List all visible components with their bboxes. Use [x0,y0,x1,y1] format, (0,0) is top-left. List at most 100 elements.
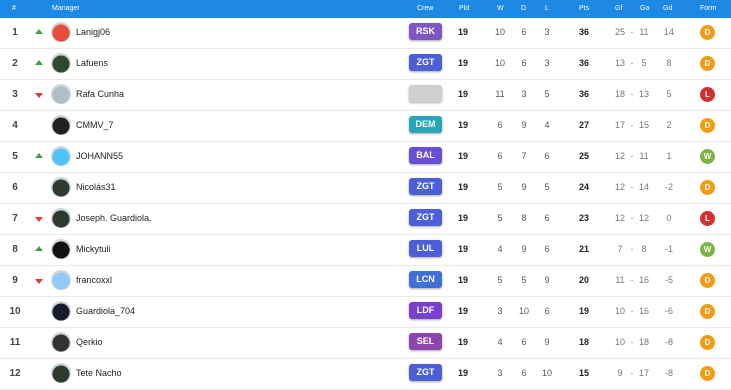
crew-badge[interactable]: ZGT [409,209,442,226]
avatar[interactable] [51,332,71,352]
goals-against: 16 [638,306,649,316]
crew-badge-label: ZGT [409,54,442,71]
goal-difference: -2 [664,182,673,192]
crew-badge-label: SEL [409,333,442,350]
crew-badge[interactable]: LDF [409,302,442,319]
goal-difference: 5 [666,89,672,99]
goal-difference: 1 [666,151,672,161]
wins: 11 [495,89,505,99]
manager-name[interactable]: Lanigj06 [76,18,110,47]
manager-name[interactable]: Nicolás31 [76,173,116,202]
draws: 6 [521,27,527,37]
crew-badge[interactable]: RSK [409,23,442,40]
table-row[interactable]: 4 CMMV_7 DEM 19 6 9 4 27 17-15 2 D [0,111,731,142]
crew-badge[interactable]: ZGT [409,54,442,71]
avatar[interactable] [51,146,71,166]
avatar[interactable] [51,270,71,290]
crew-badge-label: LDF [409,302,442,319]
points: 24 [578,182,589,192]
table-row[interactable]: 12 Tete Nacho ZGT 19 3 6 10 15 9-17 -8 D [0,359,731,390]
table-row[interactable]: 8 Mickytuli LUL 19 4 9 6 21 7-8 -1 W [0,235,731,266]
table-row[interactable]: 10 Guardiola_704 LDF 19 3 10 6 19 10-16 -6 D [0,297,731,328]
table-row[interactable]: 7 Joseph. Guardiola. ZGT 19 5 8 6 23 12-12 0 L [0,204,731,235]
wins: 3 [497,306,503,316]
manager-name[interactable]: Mickytuli [76,235,111,264]
table-row[interactable]: 5 JOHANN55 BAL 19 6 7 6 25 12-11 1 W [0,142,731,173]
goals-against: 15 [638,120,649,130]
goal-difference: 8 [666,58,672,68]
goals-against: 11 [639,151,649,161]
header-gf[interactable]: Gf [615,0,622,18]
manager-name[interactable]: Guardiola_704 [76,297,135,326]
goals-against: 16 [638,275,649,285]
header-ga[interactable]: Ga [640,0,649,18]
rank: 1 [12,27,18,38]
form-badge: D [700,180,715,195]
table-row[interactable]: 1 Lanigj06 RSK 19 10 6 3 36 25-11 14 D [0,18,731,49]
goal-difference: 2 [666,120,672,130]
manager-name[interactable]: Qerkio [76,328,103,357]
crew-badge[interactable]: ZGT [409,178,442,195]
manager-name[interactable]: Lafuens [76,49,108,78]
form-badge: D [700,56,715,71]
table-row[interactable]: 6 Nicolás31 ZGT 19 5 9 5 24 12-14 -2 D [0,173,731,204]
wins: 10 [494,58,505,68]
table-body: 1 Lanigj06 RSK 19 10 6 3 36 25-11 14 D 2 Lafuens ZGT 1… [0,18,731,390]
avatar[interactable] [51,84,71,104]
header-pld[interactable]: Pld [459,0,469,18]
goals-for: 7 [617,244,623,254]
table-row[interactable]: 9 francoxxl LCN 19 5 5 9 20 11-16 -5 D [0,266,731,297]
goals-for: 11 [615,275,625,285]
table-row[interactable]: 2 Lafuens ZGT 19 10 6 3 36 13-5 8 D [0,49,731,80]
goals-for: 13 [614,58,625,68]
crew-badge[interactable] [409,85,442,102]
goals-for: 10 [614,337,625,347]
avatar[interactable] [51,208,71,228]
trend-up-icon [35,153,43,158]
manager-name[interactable]: CMMV_7 [76,111,114,140]
avatar[interactable] [51,301,71,321]
header-w[interactable]: W [497,0,504,18]
trend-down-icon [35,93,43,98]
manager-name[interactable]: Tete Nacho [76,359,122,388]
losses: 6 [544,151,550,161]
manager-name[interactable]: Rafa Cunha [76,80,124,109]
played: 19 [457,337,468,347]
trend-down-icon [35,217,43,222]
rank: 9 [12,275,18,286]
header-pts[interactable]: Pts [579,0,589,18]
points: 20 [578,275,589,285]
header-gd[interactable]: Gd [663,0,672,18]
played: 19 [457,120,468,130]
crew-badge[interactable]: LCN [409,271,442,288]
crew-badge[interactable]: BAL [409,147,442,164]
header-crew[interactable]: Crew [417,0,433,18]
crew-badge-label: ZGT [409,178,442,195]
points: 27 [578,120,589,130]
header-l[interactable]: L [545,0,549,18]
avatar[interactable] [51,22,71,42]
manager-name[interactable]: francoxxl [76,266,112,295]
crew-badge[interactable]: LUL [409,240,442,257]
header-manager[interactable]: Manager [52,0,80,18]
avatar[interactable] [51,115,71,135]
crew-badge[interactable]: ZGT [409,364,442,381]
manager-name[interactable]: Joseph. Guardiola. [76,204,152,233]
avatar[interactable] [51,363,71,383]
avatar[interactable] [51,53,71,73]
avatar[interactable] [51,177,71,197]
crew-badge-label: BAL [409,147,442,164]
table-row[interactable]: 3 Rafa Cunha 19 11 3 5 36 18-13 5 L [0,80,731,111]
rank: 2 [12,58,18,69]
avatar[interactable] [51,239,71,259]
losses: 6 [544,213,550,223]
manager-name[interactable]: JOHANN55 [76,142,123,171]
crew-badge[interactable]: DEM [409,116,442,133]
goals-for: 18 [614,89,625,99]
table-row[interactable]: 11 Qerkio SEL 19 4 6 9 18 10-18 -8 D [0,328,731,359]
goal-difference: 14 [663,27,674,37]
crew-badge[interactable]: SEL [409,333,442,350]
header-d[interactable]: D [521,0,526,18]
goals-against: 18 [638,337,649,347]
goal-difference: -1 [664,244,673,254]
